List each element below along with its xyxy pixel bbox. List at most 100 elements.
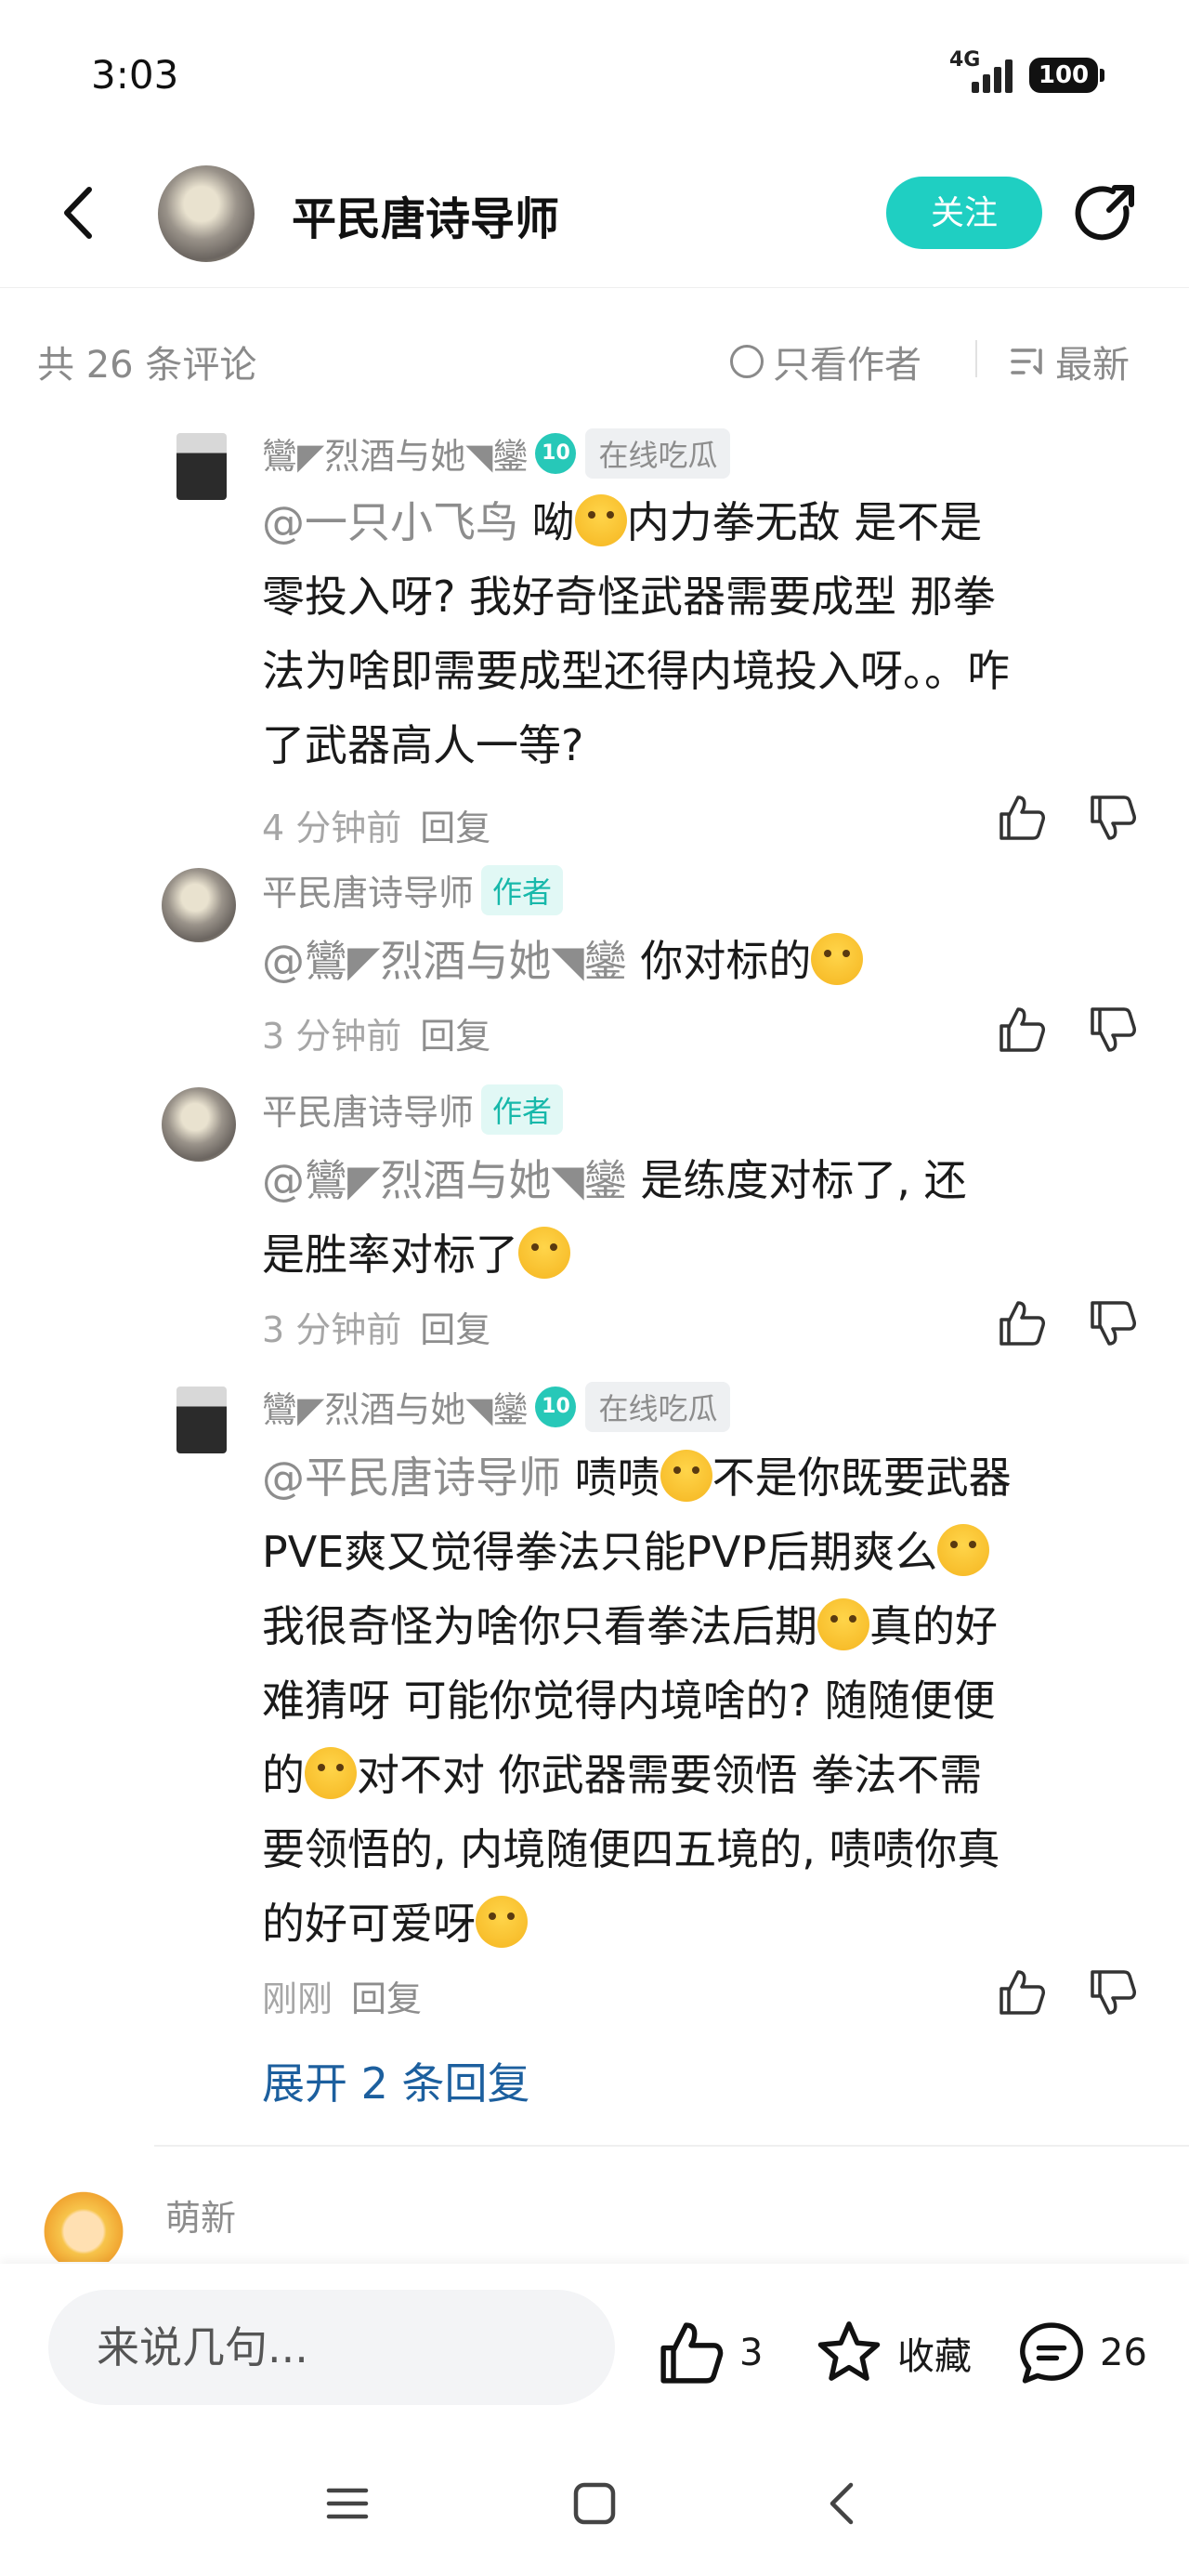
comment-header: 平民唐诗导师 作者 bbox=[262, 1084, 564, 1135]
favorite-label: 收藏 bbox=[897, 2335, 972, 2378]
username[interactable]: 平民唐诗导师 bbox=[262, 1084, 474, 1135]
reply-button[interactable]: 回复 bbox=[351, 1978, 422, 2019]
comments-button[interactable]: 26 bbox=[1016, 2318, 1147, 2388]
sort-label: 最新 bbox=[1055, 344, 1130, 387]
comment-text-line: 法为啥即需要成型还得内境投入呀。。咋 bbox=[262, 646, 1010, 696]
comment-meta: 刚刚 回复 bbox=[262, 1970, 422, 2021]
comment-bubble-icon bbox=[1020, 2322, 1083, 2384]
follow-button[interactable]: 关注 bbox=[886, 177, 1042, 249]
comment-input[interactable]: 来说几句... bbox=[48, 2290, 615, 2405]
favorite-button[interactable]: 收藏 bbox=[814, 2318, 972, 2388]
comment-text-line: 零投入呀? 我好奇怪武器需要成型 那拳 bbox=[262, 572, 996, 622]
expand-replies-link[interactable]: 展开 2 条回复 bbox=[262, 2050, 530, 2111]
username[interactable]: 鸞◤烈酒与她◥鑾 bbox=[262, 427, 528, 479]
status-bar: 3:03 4G 100 bbox=[0, 0, 1189, 139]
author-badge: 作者 bbox=[481, 864, 564, 915]
author-badge: 作者 bbox=[481, 1084, 564, 1135]
comment-meta: 3 分钟前 回复 bbox=[262, 1007, 490, 1058]
user-avatar[interactable] bbox=[176, 1387, 227, 1453]
user-tag: 在线吃瓜 bbox=[585, 427, 731, 479]
comment-time: 刚刚 bbox=[262, 1978, 333, 2019]
user-avatar[interactable] bbox=[162, 1087, 236, 1162]
thumbs-down-icon[interactable] bbox=[1087, 1966, 1139, 2018]
comment-header: 平民唐诗导师 作者 bbox=[262, 864, 564, 915]
thumbs-down-icon[interactable] bbox=[1087, 1297, 1139, 1349]
system-nav-bar bbox=[0, 2431, 1189, 2576]
comment-text-segment: 真的好 bbox=[869, 1601, 998, 1651]
user-tag: 在线吃瓜 bbox=[585, 1381, 731, 1432]
comment-text-segment: 是练度对标了, 还 bbox=[626, 1155, 967, 1205]
sort-icon bbox=[1011, 348, 1042, 375]
comment-count: 共 26 条评论 bbox=[37, 344, 257, 387]
comment-meta: 3 分钟前 回复 bbox=[262, 1301, 490, 1352]
username[interactable]: 萌新 bbox=[165, 2189, 236, 2241]
user-avatar[interactable] bbox=[162, 868, 236, 942]
author-avatar[interactable] bbox=[158, 165, 255, 262]
mention[interactable]: @鸞◤烈酒与她◥鑾 bbox=[262, 936, 627, 986]
drool-emoji-icon bbox=[811, 933, 864, 985]
comment-text: @鸞◤烈酒与她◥鑾 是练度对标了, 还 是胜率对标了 bbox=[262, 1143, 1135, 1292]
comment-header: 鸞◤烈酒与她◥鑾 10 在线吃瓜 bbox=[262, 427, 731, 479]
back-icon[interactable] bbox=[814, 2474, 873, 2533]
user-avatar[interactable] bbox=[37, 2186, 130, 2262]
divider bbox=[154, 2145, 1189, 2147]
smile-emoji-icon bbox=[574, 494, 627, 546]
thumbs-up-icon[interactable] bbox=[996, 1966, 1048, 2018]
share-icon[interactable] bbox=[1074, 180, 1141, 247]
drool-emoji-icon bbox=[518, 1227, 570, 1279]
thumbs-down-icon[interactable] bbox=[1087, 792, 1139, 844]
star-icon bbox=[817, 2321, 881, 2381]
mention[interactable]: @平民唐诗导师 bbox=[262, 1452, 561, 1503]
comment-text-segment: PVE爽又觉得拳法只能PVP后期爽么 bbox=[262, 1527, 938, 1577]
home-icon[interactable] bbox=[565, 2474, 624, 2533]
bottom-action-bar: 来说几句... 3 收藏 26 bbox=[0, 2264, 1189, 2431]
comment-text: @平民唐诗导师 啧啧 不是你既要武器 PVE爽又觉得拳法只能PVP后期爽么 我很奇… bbox=[262, 1440, 1135, 1961]
like-count: 3 bbox=[739, 2332, 764, 2374]
thumbs-up-icon[interactable] bbox=[996, 1297, 1048, 1349]
comment-text: @鸞◤烈酒与她◥鑾 你对标的 bbox=[262, 924, 1135, 998]
status-time: 3:03 bbox=[91, 52, 179, 98]
comment-text-segment: 呦 bbox=[518, 497, 575, 547]
battery-icon: 100 bbox=[1029, 58, 1104, 93]
user-avatar[interactable] bbox=[176, 433, 227, 500]
comment-text-segment: 内力拳无敌 是不是 bbox=[626, 497, 983, 547]
comment-text-line: 要领悟的, 内境随便四五境的, 啧啧你真 bbox=[262, 1824, 1000, 1874]
thumbs-down-icon[interactable] bbox=[1087, 1004, 1139, 1056]
sort-toggle[interactable]: 最新 bbox=[1009, 335, 1130, 388]
like-button[interactable]: 3 bbox=[656, 2318, 763, 2388]
reply-button[interactable]: 回复 bbox=[420, 808, 490, 848]
comment-text: @一只小飞鸟 呦 内力拳无敌 是不是 零投入呀? 我好奇怪武器需要成型 那拳 法为… bbox=[262, 485, 1135, 782]
comment-text-line: 是胜率对标了 bbox=[262, 1229, 518, 1280]
reply-button[interactable]: 回复 bbox=[420, 1309, 490, 1350]
comment-filter-bar: 共 26 条评论 只看作者 最新 bbox=[0, 322, 1189, 396]
menu-icon[interactable] bbox=[318, 2474, 377, 2533]
comment-time: 4 分钟前 bbox=[262, 808, 402, 848]
thumbs-up-icon[interactable] bbox=[996, 792, 1048, 844]
radio-icon bbox=[730, 345, 764, 378]
divider bbox=[975, 340, 977, 377]
neutral-emoji-icon bbox=[817, 1598, 869, 1650]
smile-emoji-icon bbox=[937, 1524, 990, 1576]
level-badge: 10 bbox=[535, 432, 577, 474]
comment-time: 3 分钟前 bbox=[262, 1309, 402, 1350]
username[interactable]: 平民唐诗导师 bbox=[262, 864, 474, 915]
mention[interactable]: @一只小飞鸟 bbox=[262, 497, 518, 547]
thumbs-up-icon[interactable] bbox=[996, 1004, 1048, 1056]
comment-time: 3 分钟前 bbox=[262, 1016, 402, 1057]
only-author-label: 只看作者 bbox=[773, 344, 921, 387]
comment-text-segment: 对不对 你武器需要领悟 拳法不需 bbox=[357, 1750, 983, 1800]
comment-text-segment: 我很奇怪为啥你只看拳法后期 bbox=[262, 1601, 817, 1651]
comment-header: 鸞◤烈酒与她◥鑾 10 在线吃瓜 bbox=[262, 1381, 731, 1432]
back-arrow-icon[interactable] bbox=[56, 182, 102, 243]
only-author-toggle[interactable]: 只看作者 bbox=[730, 335, 921, 388]
reply-button[interactable]: 回复 bbox=[420, 1016, 490, 1057]
neutral-emoji-icon bbox=[660, 1450, 712, 1502]
comment-meta: 4 分钟前 回复 bbox=[262, 799, 490, 850]
comments-count: 26 bbox=[1100, 2332, 1147, 2374]
comment-text-segment: 你对标的 bbox=[626, 936, 812, 986]
username[interactable]: 鸞◤烈酒与她◥鑾 bbox=[262, 1381, 528, 1432]
comment-text-segment: 不是你既要武器 bbox=[712, 1452, 1012, 1503]
mention[interactable]: @鸞◤烈酒与她◥鑾 bbox=[262, 1155, 627, 1205]
comment-text-segment: 的 bbox=[262, 1750, 305, 1800]
level-badge: 10 bbox=[535, 1386, 577, 1427]
